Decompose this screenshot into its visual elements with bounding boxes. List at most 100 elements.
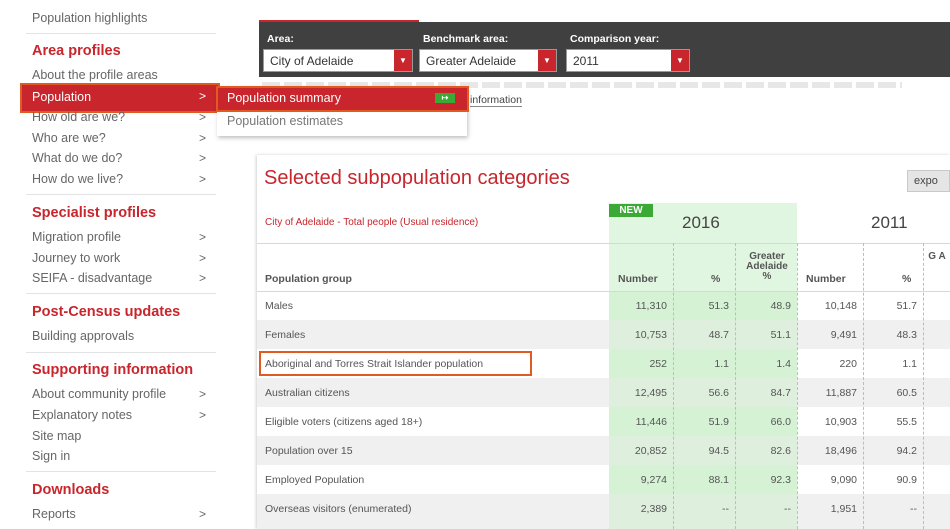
divider xyxy=(26,352,216,353)
chevron-right-icon: > xyxy=(198,271,206,285)
cell-benchmark-2016: 51.1 xyxy=(770,329,791,341)
row-label: Males xyxy=(265,300,294,312)
cell-benchmark-2016: 48.9 xyxy=(770,300,791,312)
sidebar-item-about-community-profile[interactable]: About community profile xyxy=(32,387,166,401)
column-header-percent-2011: % xyxy=(902,273,912,285)
chevron-right-icon: > xyxy=(198,172,206,186)
chevron-right-icon: > xyxy=(198,387,206,401)
sidebar-item-about-profile-areas[interactable]: About the profile areas xyxy=(32,68,158,82)
column-header-benchmark: Greater Adelaide % xyxy=(746,251,788,282)
section-heading-specialist-profiles: Specialist profiles xyxy=(32,205,157,221)
row-label: Eligible voters (citizens aged 18+) xyxy=(265,416,423,428)
cell-number-2016: 10,753 xyxy=(634,329,667,341)
cell-percent-2016: 88.1 xyxy=(708,474,729,486)
sidebar-item-explanatory-notes[interactable]: Explanatory notes xyxy=(32,408,132,422)
sidebar-item-journey-to-work[interactable]: Journey to work xyxy=(32,251,120,265)
new-badge: NEW xyxy=(609,204,653,217)
sidebar-item-sign-in[interactable]: Sign in xyxy=(32,449,70,463)
cell-number-2016: 12,495 xyxy=(634,387,667,399)
benchmark-select[interactable]: Greater Adelaide ▼ xyxy=(419,49,557,72)
dropdown-arrow-icon[interactable]: ▼ xyxy=(538,50,556,71)
page-title: Selected subpopulation categories xyxy=(264,167,570,189)
divider xyxy=(26,194,216,195)
cell-number-2016: 11,446 xyxy=(635,416,667,428)
area-label: Area: xyxy=(267,33,294,45)
cell-number-2011: 9,090 xyxy=(830,474,857,486)
divider xyxy=(257,291,950,292)
cell-percent-2011: 48.3 xyxy=(896,329,917,341)
dropdown-arrow-icon[interactable]: ▼ xyxy=(394,50,412,71)
submenu-item-population-estimates[interactable]: Population estimates xyxy=(227,114,343,128)
cell-percent-2011: 55.5 xyxy=(896,416,917,428)
sidebar-item-how-do-we-live[interactable]: How do we live? xyxy=(32,172,123,186)
comparison-year-label: Comparison year: xyxy=(570,33,660,45)
dropdown-arrow-icon[interactable]: ▼ xyxy=(671,50,689,71)
divider xyxy=(26,471,216,472)
cell-number-2016: 9,274 xyxy=(640,474,667,486)
divider xyxy=(26,293,216,294)
column-header-number-2011: Number xyxy=(806,273,846,285)
sidebar-item-who-are-we[interactable]: Who are we? xyxy=(32,131,106,145)
cell-percent-2011: -- xyxy=(910,503,917,515)
sidebar-nav: Population highlights Area profiles Abou… xyxy=(20,0,220,529)
highlight-frame-population xyxy=(20,83,220,113)
divider xyxy=(735,243,736,529)
cell-benchmark-2016: 84.7 xyxy=(770,387,791,399)
section-heading-area-profiles: Area profiles xyxy=(32,43,121,59)
row-label: Population over 15 xyxy=(265,445,353,457)
cell-percent-2016: 1.1 xyxy=(714,358,729,370)
sidebar-item-site-map[interactable]: Site map xyxy=(32,429,81,443)
cell-number-2016: 252 xyxy=(649,358,667,370)
row-label: Overseas visitors (enumerated) xyxy=(265,503,412,515)
highlight-frame-aboriginal-row xyxy=(259,351,532,376)
area-select-value: City of Adelaide xyxy=(270,54,354,68)
section-heading-supporting-info: Supporting information xyxy=(32,362,194,378)
row-label: Employed Population xyxy=(265,474,365,486)
sidebar-item-reports[interactable]: Reports xyxy=(32,507,76,521)
chevron-right-icon: > xyxy=(198,110,206,124)
cell-benchmark-2016: -- xyxy=(784,503,791,515)
sidebar-link-population-highlights[interactable]: Population highlights xyxy=(32,11,147,25)
cell-benchmark-2016: 82.6 xyxy=(770,445,791,457)
divider xyxy=(863,243,864,529)
chevron-right-icon: > xyxy=(198,131,206,145)
cell-number-2011: 10,903 xyxy=(824,416,857,428)
year-2016-column-highlight xyxy=(609,292,797,529)
area-selector-bar: Area: City of Adelaide ▼ Benchmark area:… xyxy=(259,22,950,77)
cell-number-2011: 220 xyxy=(839,358,857,370)
cell-number-2011: 18,496 xyxy=(824,445,857,457)
cell-percent-2011: 94.2 xyxy=(896,445,917,457)
year-header-2011: 2011 xyxy=(871,213,908,232)
benchmark-select-value: Greater Adelaide xyxy=(426,54,517,68)
sidebar-item-how-old[interactable]: How old are we? xyxy=(32,110,125,124)
cell-number-2011: 1,951 xyxy=(830,503,857,515)
sidebar-item-building-approvals[interactable]: Building approvals xyxy=(32,329,134,343)
cell-number-2011: 10,148 xyxy=(824,300,857,312)
cell-number-2011: 11,887 xyxy=(825,387,857,399)
cell-number-2016: 2,389 xyxy=(640,503,667,515)
chevron-right-icon: > xyxy=(198,230,206,244)
divider xyxy=(923,243,924,529)
row-label: Females xyxy=(265,329,306,341)
divider xyxy=(673,243,674,529)
sidebar-item-migration-profile[interactable]: Migration profile xyxy=(32,230,121,244)
section-heading-post-census: Post-Census updates xyxy=(32,304,181,320)
row-label: Australian citizens xyxy=(265,387,350,399)
cell-number-2011: 9,491 xyxy=(830,329,857,341)
export-button[interactable]: expo xyxy=(907,170,950,192)
cell-percent-2016: 51.3 xyxy=(708,300,729,312)
subpopulation-table-card: Selected subpopulation categories expo N… xyxy=(257,155,950,529)
divider xyxy=(257,243,950,244)
cell-number-2016: 20,852 xyxy=(634,445,667,457)
cell-benchmark-2016: 92.3 xyxy=(770,474,791,486)
cell-percent-2016: 48.7 xyxy=(708,329,729,341)
cell-percent-2016: 51.9 xyxy=(708,416,729,428)
sidebar-item-what-do-we-do[interactable]: What do we do? xyxy=(32,151,122,165)
cell-percent-2016: -- xyxy=(722,503,729,515)
benchmark-label: Benchmark area: xyxy=(423,33,509,45)
information-link[interactable]: information xyxy=(470,94,522,107)
area-select[interactable]: City of Adelaide ▼ xyxy=(263,49,413,72)
sidebar-item-seifa[interactable]: SEIFA - disadvantage xyxy=(32,271,152,285)
comparison-year-select[interactable]: 2011 ▼ xyxy=(566,49,690,72)
column-header-percent-2016: % xyxy=(711,273,721,285)
